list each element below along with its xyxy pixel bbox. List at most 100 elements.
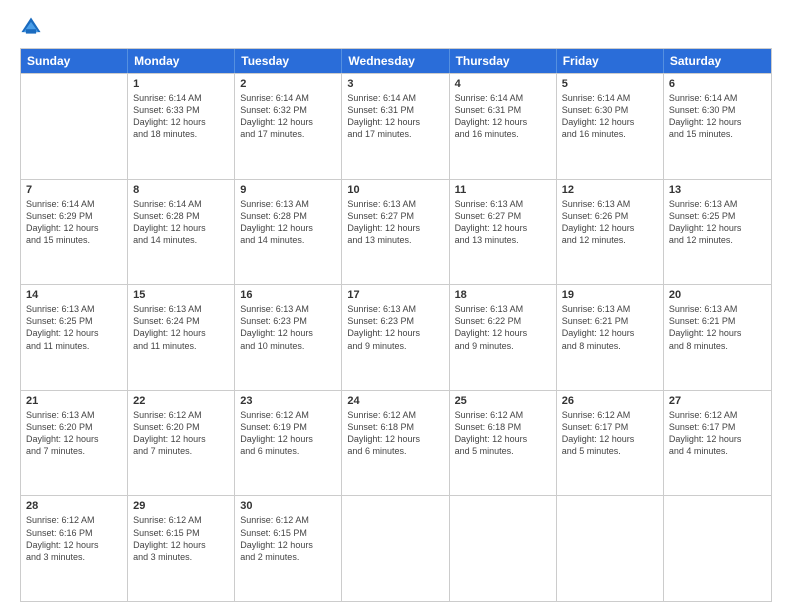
calendar-header: SundayMondayTuesdayWednesdayThursdayFrid…	[21, 49, 771, 73]
day-info: Sunrise: 6:12 AM Sunset: 6:16 PM Dayligh…	[26, 514, 122, 563]
cal-cell-13: 13 Sunrise: 6:13 AM Sunset: 6:25 PM Dayli…	[664, 180, 771, 285]
cal-cell-8: 8 Sunrise: 6:14 AM Sunset: 6:28 PM Daylig…	[128, 180, 235, 285]
day-info: Sunrise: 6:14 AM Sunset: 6:29 PM Dayligh…	[26, 198, 122, 247]
header	[20, 16, 772, 38]
day-info: Sunrise: 6:13 AM Sunset: 6:25 PM Dayligh…	[26, 303, 122, 352]
cal-cell-11: 11Sunrise: 6:13 AM Sunset: 6:27 PM Dayli…	[450, 180, 557, 285]
day-info: Sunrise: 6:13 AM Sunset: 6:21 PM Dayligh…	[562, 303, 658, 352]
day-number: 24	[347, 395, 443, 407]
day-info: Sunrise: 6:12 AM Sunset: 6:17 PM Dayligh…	[669, 409, 766, 458]
cal-cell-23: 23 Sunrise: 6:12 AM Sunset: 6:19 PM Dayli…	[235, 391, 342, 496]
logo	[20, 16, 46, 38]
cal-cell-5: 5 Sunrise: 6:14 AM Sunset: 6:30 PM Daylig…	[557, 74, 664, 179]
header-day-sunday: Sunday	[21, 49, 128, 73]
day-number: 2	[240, 78, 336, 90]
day-info: Sunrise: 6:14 AM Sunset: 6:33 PM Dayligh…	[133, 92, 229, 141]
day-info: Sunrise: 6:13 AM Sunset: 6:20 PM Dayligh…	[26, 409, 122, 458]
day-number: 8	[133, 184, 229, 196]
day-number: 14	[26, 289, 122, 301]
day-info: Sunrise: 6:12 AM Sunset: 6:20 PM Dayligh…	[133, 409, 229, 458]
cal-cell-12: 12 Sunrise: 6:13 AM Sunset: 6:26 PM Dayli…	[557, 180, 664, 285]
day-info: Sunrise: 6:14 AM Sunset: 6:30 PM Dayligh…	[562, 92, 658, 141]
day-info: Sunrise: 6:12 AM Sunset: 6:17 PM Dayligh…	[562, 409, 658, 458]
day-number: 27	[669, 395, 766, 407]
cal-cell-16: 16 Sunrise: 6:13 AM Sunset: 6:23 PM Dayli…	[235, 285, 342, 390]
cal-cell-18: 18 Sunrise: 6:13 AM Sunset: 6:22 PM Dayli…	[450, 285, 557, 390]
header-day-tuesday: Tuesday	[235, 49, 342, 73]
cal-cell-17: 17 Sunrise: 6:13 AM Sunset: 6:23 PM Dayli…	[342, 285, 449, 390]
day-number: 29	[133, 500, 229, 512]
cal-cell-7: 7 Sunrise: 6:14 AM Sunset: 6:29 PM Daylig…	[21, 180, 128, 285]
day-number: 16	[240, 289, 336, 301]
cal-cell-21: 21 Sunrise: 6:13 AM Sunset: 6:20 PM Dayli…	[21, 391, 128, 496]
week-row-2: 14 Sunrise: 6:13 AM Sunset: 6:25 PM Dayli…	[21, 284, 771, 390]
day-info: Sunrise: 6:13 AM Sunset: 6:23 PM Dayligh…	[240, 303, 336, 352]
day-number: 10	[347, 184, 443, 196]
day-info: Sunrise: 6:13 AM Sunset: 6:24 PM Dayligh…	[133, 303, 229, 352]
day-number: 26	[562, 395, 658, 407]
day-info: Sunrise: 6:12 AM Sunset: 6:19 PM Dayligh…	[240, 409, 336, 458]
day-info: Sunrise: 6:14 AM Sunset: 6:32 PM Dayligh…	[240, 92, 336, 141]
day-info: Sunrise: 6:14 AM Sunset: 6:31 PM Dayligh…	[347, 92, 443, 141]
day-number: 9	[240, 184, 336, 196]
cal-cell-14: 14 Sunrise: 6:13 AM Sunset: 6:25 PM Dayli…	[21, 285, 128, 390]
day-number: 21	[26, 395, 122, 407]
cal-cell-2: 2 Sunrise: 6:14 AM Sunset: 6:32 PM Daylig…	[235, 74, 342, 179]
day-number: 12	[562, 184, 658, 196]
cal-cell-1: 1 Sunrise: 6:14 AM Sunset: 6:33 PM Daylig…	[128, 74, 235, 179]
calendar-body: 1 Sunrise: 6:14 AM Sunset: 6:33 PM Daylig…	[21, 73, 771, 601]
cal-cell-6: 6 Sunrise: 6:14 AM Sunset: 6:30 PM Daylig…	[664, 74, 771, 179]
day-info: Sunrise: 6:14 AM Sunset: 6:30 PM Dayligh…	[669, 92, 766, 141]
cal-cell-19: 19 Sunrise: 6:13 AM Sunset: 6:21 PM Dayli…	[557, 285, 664, 390]
day-number: 23	[240, 395, 336, 407]
cal-cell-4: 4 Sunrise: 6:14 AM Sunset: 6:31 PM Daylig…	[450, 74, 557, 179]
header-day-thursday: Thursday	[450, 49, 557, 73]
cal-cell-empty-4-3	[342, 496, 449, 601]
cal-cell-22: 22Sunrise: 6:12 AM Sunset: 6:20 PM Dayli…	[128, 391, 235, 496]
day-info: Sunrise: 6:12 AM Sunset: 6:15 PM Dayligh…	[240, 514, 336, 563]
cal-cell-3: 3 Sunrise: 6:14 AM Sunset: 6:31 PM Daylig…	[342, 74, 449, 179]
day-info: Sunrise: 6:12 AM Sunset: 6:15 PM Dayligh…	[133, 514, 229, 563]
day-number: 30	[240, 500, 336, 512]
cal-cell-15: 15 Sunrise: 6:13 AM Sunset: 6:24 PM Dayli…	[128, 285, 235, 390]
week-row-0: 1 Sunrise: 6:14 AM Sunset: 6:33 PM Daylig…	[21, 73, 771, 179]
day-number: 3	[347, 78, 443, 90]
day-info: Sunrise: 6:13 AM Sunset: 6:28 PM Dayligh…	[240, 198, 336, 247]
day-number: 15	[133, 289, 229, 301]
day-info: Sunrise: 6:13 AM Sunset: 6:23 PM Dayligh…	[347, 303, 443, 352]
day-number: 7	[26, 184, 122, 196]
day-number: 18	[455, 289, 551, 301]
cal-cell-20: 20 Sunrise: 6:13 AM Sunset: 6:21 PM Dayli…	[664, 285, 771, 390]
week-row-3: 21 Sunrise: 6:13 AM Sunset: 6:20 PM Dayli…	[21, 390, 771, 496]
week-row-4: 28 Sunrise: 6:12 AM Sunset: 6:16 PM Dayli…	[21, 495, 771, 601]
cal-cell-29: 29 Sunrise: 6:12 AM Sunset: 6:15 PM Dayli…	[128, 496, 235, 601]
cal-cell-27: 27 Sunrise: 6:12 AM Sunset: 6:17 PM Dayli…	[664, 391, 771, 496]
page: SundayMondayTuesdayWednesdayThursdayFrid…	[0, 0, 792, 612]
day-number: 28	[26, 500, 122, 512]
day-info: Sunrise: 6:12 AM Sunset: 6:18 PM Dayligh…	[455, 409, 551, 458]
cal-cell-26: 26 Sunrise: 6:12 AM Sunset: 6:17 PM Dayli…	[557, 391, 664, 496]
day-info: Sunrise: 6:14 AM Sunset: 6:31 PM Dayligh…	[455, 92, 551, 141]
cal-cell-24: 24 Sunrise: 6:12 AM Sunset: 6:18 PM Dayli…	[342, 391, 449, 496]
calendar: SundayMondayTuesdayWednesdayThursdayFrid…	[20, 48, 772, 602]
day-info: Sunrise: 6:14 AM Sunset: 6:28 PM Dayligh…	[133, 198, 229, 247]
cal-cell-30: 30 Sunrise: 6:12 AM Sunset: 6:15 PM Dayli…	[235, 496, 342, 601]
day-number: 17	[347, 289, 443, 301]
day-number: 25	[455, 395, 551, 407]
cal-cell-empty-4-6	[664, 496, 771, 601]
day-info: Sunrise: 6:13 AM Sunset: 6:22 PM Dayligh…	[455, 303, 551, 352]
day-number: 19	[562, 289, 658, 301]
day-info: Sunrise: 6:13 AM Sunset: 6:26 PM Dayligh…	[562, 198, 658, 247]
day-number: 13	[669, 184, 766, 196]
day-number: 1	[133, 78, 229, 90]
day-number: 6	[669, 78, 766, 90]
cal-cell-empty-4-5	[557, 496, 664, 601]
day-number: 5	[562, 78, 658, 90]
day-info: Sunrise: 6:12 AM Sunset: 6:18 PM Dayligh…	[347, 409, 443, 458]
logo-icon	[20, 16, 42, 38]
day-info: Sunrise: 6:13 AM Sunset: 6:21 PM Dayligh…	[669, 303, 766, 352]
day-number: 4	[455, 78, 551, 90]
day-number: 20	[669, 289, 766, 301]
day-info: Sunrise: 6:13 AM Sunset: 6:25 PM Dayligh…	[669, 198, 766, 247]
cal-cell-25: 25 Sunrise: 6:12 AM Sunset: 6:18 PM Dayli…	[450, 391, 557, 496]
